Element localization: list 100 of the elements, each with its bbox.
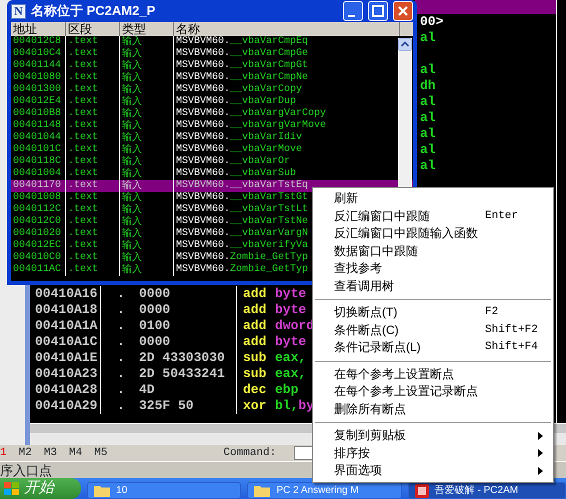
table-cell: 输入 (120, 264, 174, 276)
maximize-icon (372, 5, 384, 17)
code-fragment: al (420, 94, 436, 109)
table-cell: 004012EC (11, 240, 66, 252)
table-cell: MSVBVM60.__vbaVarCopy (176, 84, 302, 95)
menu-item[interactable]: 数据窗口中跟随 (313, 242, 553, 260)
table-cell: 输入 (120, 96, 174, 108)
table-cell: 输入 (120, 60, 174, 72)
status-text: 序入口点 (0, 463, 52, 478)
menu-item[interactable]: 界面选项 (313, 462, 553, 480)
code-address: 00410A18 (35, 302, 98, 317)
menu-item[interactable]: 刷新 (313, 190, 553, 208)
column-header[interactable]: 名称 (174, 22, 400, 36)
table-cell: .text (66, 228, 120, 240)
hex-bytes: 0000 (139, 334, 170, 350)
hex-bytes: 0100 (139, 318, 170, 334)
menu-item[interactable]: 切换断点(T) F2 (313, 304, 553, 322)
operand: ebp (275, 382, 298, 398)
code-address: 00410A29 (35, 398, 98, 413)
minimize-button[interactable] (343, 1, 363, 21)
code-fragment: al (420, 158, 436, 173)
table-cell: .text (66, 156, 120, 168)
menu-item[interactable]: 条件记录断点(L) Shift+F4 (313, 339, 553, 356)
table-cell: MSVBVM60.__vbaVarMove (176, 144, 302, 155)
table-cell: 004010C4 (11, 48, 66, 60)
menu-item[interactable]: 排序按 (313, 444, 553, 462)
menu-item[interactable]: 在每个参考上设置记录断点 (313, 383, 553, 400)
mark-tab[interactable]: M4 (69, 444, 82, 462)
column-header[interactable]: 区段 (66, 22, 120, 36)
table-cell: 输入 (120, 156, 174, 168)
code-marker: . (117, 366, 126, 382)
menu-item[interactable]: 复制到剪贴板 (313, 427, 553, 444)
window-title: 名称位于 PC2AM2_P (31, 2, 156, 20)
code-marker: . (117, 334, 126, 350)
table-cell: 004012C0 (11, 216, 66, 228)
column-header[interactable]: 地址 (11, 22, 66, 36)
menu-item[interactable]: 反汇编窗口中跟随输入函数 (313, 225, 553, 242)
code-marker: . (117, 350, 126, 366)
submenu-arrow-icon (538, 466, 543, 475)
maximize-button[interactable] (368, 1, 388, 21)
table-cell: 输入 (120, 144, 174, 156)
hex-bytes: 0000 (139, 302, 170, 318)
table-cell: MSVBVM60.__vbaVarCmpEq (176, 36, 308, 47)
table-cell: 输入 (120, 36, 174, 48)
table-cell: 00401044 (11, 132, 66, 144)
menu-item[interactable]: 删除所有断点 (313, 400, 553, 418)
menu-item[interactable]: 反汇编窗口中跟随 Enter (313, 208, 553, 225)
operand: byte (275, 286, 306, 302)
close-button[interactable] (393, 1, 413, 21)
table-cell: 输入 (120, 108, 174, 120)
code-fragment: al (420, 142, 436, 157)
table-cell: 输入 (120, 216, 174, 228)
table-cell: .text (66, 36, 120, 48)
table-cell: .text (66, 252, 120, 264)
menu-item[interactable]: 条件断点(C) Shift+F2 (313, 322, 553, 339)
folder-icon (94, 484, 110, 497)
table-cell: .text (66, 240, 120, 252)
code-fragment: al (420, 126, 436, 141)
menu-item[interactable]: 查看调用树 (313, 278, 553, 295)
mark-tab[interactable]: M3 (44, 444, 58, 462)
table-cell: MSVBVM60.__vbaVarCmpNe (176, 72, 308, 83)
table-cell: 0040101C (11, 144, 66, 156)
table-cell: 00401144 (11, 60, 66, 72)
table-cell: 00401080 (11, 72, 66, 84)
scroll-up-icon[interactable] (398, 38, 412, 51)
taskbar-button[interactable]: 吾爱破解 - PC2AM (408, 482, 566, 499)
mark-tab[interactable]: M2 (18, 444, 32, 462)
taskbar-button[interactable]: 10 (87, 482, 242, 499)
table-cell: 0040118C (11, 156, 66, 168)
table-cell: MSVBVM60.__vbaVarTstEq (176, 180, 308, 191)
code-fragment: dh (420, 78, 436, 93)
table-cell: 输入 (120, 48, 174, 60)
table-cell: 00401020 (11, 228, 66, 240)
table-cell: 00401008 (11, 192, 66, 204)
table-cell: 输入 (120, 132, 174, 144)
table-cell: MSVBVM60.Zombie_GetTyp (176, 264, 308, 275)
mark-tab[interactable]: M5 (94, 444, 108, 462)
taskbar-button[interactable]: PC 2 Answering M (247, 482, 402, 499)
table-cell: MSVBVM60.__vbaVarTstNe (176, 216, 308, 227)
table-cell: .text (66, 108, 120, 120)
table-cell: 输入 (120, 72, 174, 84)
table-cell: 输入 (120, 240, 174, 252)
mnemonic: add (243, 334, 267, 350)
operand: eax, (275, 366, 306, 382)
table-cell: MSVBVM60.__vbaVarCmpGt (176, 60, 308, 71)
table-cell: .text (66, 192, 120, 204)
table-cell: 输入 (120, 228, 174, 240)
app-icon (414, 484, 429, 498)
table-cell: .text (66, 180, 120, 192)
vertical-scrollbar[interactable] (398, 38, 412, 190)
code-fragment: 00> (420, 14, 444, 29)
table-cell: .text (66, 120, 120, 132)
operand: byte (275, 302, 306, 318)
code-marker: . (117, 286, 126, 302)
table-cell: MSVBVM60.__vbaVarSub (176, 168, 296, 179)
menu-item[interactable]: 查找参考 (313, 260, 553, 278)
table-cell: MSVBVM60.__vbaVarDup (176, 96, 296, 107)
column-header[interactable]: 类型 (120, 22, 174, 36)
table-cell: MSVBVM60.__vbaVargVarCopy (176, 108, 326, 119)
menu-item[interactable]: 在每个参考上设置断点 (313, 366, 553, 383)
